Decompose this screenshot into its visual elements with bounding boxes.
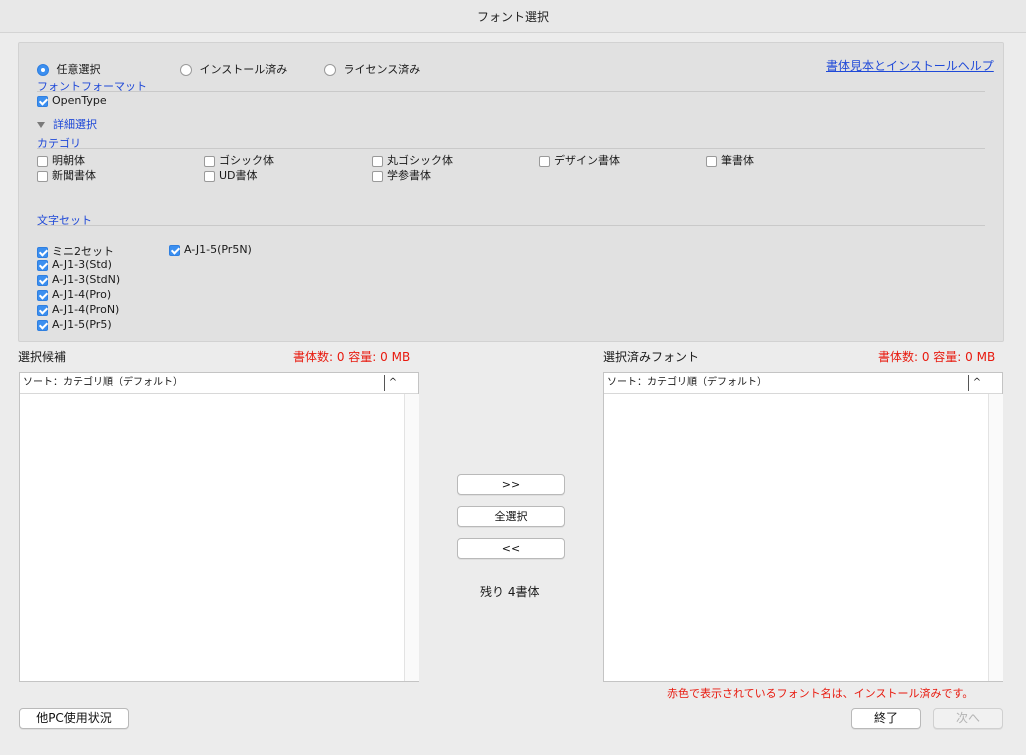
- remaining-count: 残り 4書体: [480, 585, 540, 599]
- divider: [37, 148, 985, 149]
- checkbox-aj14-pron[interactable]: A-J1-4(ProN): [37, 303, 119, 316]
- checkbox-aj13-std[interactable]: A-J1-3(Std): [37, 258, 112, 271]
- candidates-stats: 書体数: 0 容量: 0 MB: [293, 350, 411, 364]
- checkbox-maru-gothic[interactable]: 丸ゴシック体: [372, 152, 453, 168]
- checkbox-label: 筆書体: [721, 154, 754, 167]
- checkbox-checked-icon: [37, 259, 48, 271]
- checkbox-icon: [37, 170, 48, 182]
- checkbox-label: A-J1-5(Pr5N): [184, 243, 252, 256]
- candidates-list[interactable]: ソート：カテゴリ順（デフォルト） ^: [19, 372, 419, 682]
- radio-any-selection[interactable]: 任意選択: [37, 61, 101, 77]
- checkbox-mincho[interactable]: 明朝体: [37, 152, 85, 168]
- sort-direction-icon[interactable]: ^: [384, 375, 401, 391]
- other-pc-usage-button[interactable]: 他PC使用状況: [19, 708, 129, 729]
- checkbox-checked-icon: [37, 274, 48, 286]
- checkbox-label: A-J1-4(ProN): [52, 303, 120, 316]
- checkbox-checked-icon: [37, 289, 48, 301]
- sort-label: ソート：カテゴリ順（デフォルト）: [23, 377, 183, 388]
- candidates-scrollbar[interactable]: [404, 394, 419, 681]
- checkbox-ud[interactable]: UD書体: [204, 167, 258, 183]
- sort-direction-icon[interactable]: ^: [968, 375, 985, 391]
- checkbox-aj13-stdn[interactable]: A-J1-3(StdN): [37, 273, 120, 286]
- checkbox-design[interactable]: デザイン書体: [539, 152, 620, 168]
- installed-note: 赤色で表示されているフォント名は、インストール済みです。: [667, 687, 974, 700]
- radio-selected-icon: [37, 64, 49, 76]
- checkbox-icon: [372, 155, 383, 167]
- selected-title: 選択済みフォント: [603, 350, 700, 364]
- checkbox-brush[interactable]: 筆書体: [706, 152, 754, 168]
- checkbox-mini2[interactable]: ミニ2セット: [37, 243, 114, 259]
- add-button[interactable]: >>: [457, 474, 565, 495]
- checkbox-label: A-J1-4(Pro): [52, 288, 112, 301]
- checkbox-icon: [204, 155, 215, 167]
- candidates-sort-header[interactable]: ソート：カテゴリ順（デフォルト） ^: [20, 373, 418, 394]
- radio-label: ライセンス済み: [343, 63, 421, 76]
- checkbox-label: 学参書体: [387, 169, 431, 182]
- disclosure-triangle-icon: [37, 122, 45, 128]
- checkbox-label: OpenType: [52, 94, 107, 107]
- checkbox-checked-icon: [169, 244, 180, 256]
- radio-label: インストール済み: [199, 63, 288, 76]
- checkbox-label: デザイン書体: [554, 154, 620, 167]
- checkbox-gothic[interactable]: ゴシック体: [204, 152, 274, 168]
- checkbox-label: A-J1-5(Pr5): [52, 318, 112, 331]
- radio-unselected-icon: [180, 64, 192, 76]
- radio-label: 任意選択: [56, 63, 101, 76]
- select-all-button[interactable]: 全選択: [457, 506, 565, 527]
- checkbox-icon: [539, 155, 550, 167]
- detail-toggle-label: 詳細選択: [53, 118, 97, 131]
- window-title: フォント選択: [0, 0, 1026, 33]
- checkbox-icon: [37, 155, 48, 167]
- checkbox-icon: [706, 155, 717, 167]
- divider: [37, 91, 985, 92]
- checkbox-aj14-pro[interactable]: A-J1-4(Pro): [37, 288, 111, 301]
- selected-scrollbar[interactable]: [988, 394, 1003, 681]
- help-link[interactable]: 書体見本とインストールヘルプ: [826, 57, 994, 74]
- next-button[interactable]: 次へ: [933, 708, 1003, 729]
- candidates-title: 選択候補: [18, 350, 67, 364]
- radio-unselected-icon: [324, 64, 336, 76]
- checkbox-label: 明朝体: [52, 154, 85, 167]
- checkbox-label: ミニ2セット: [52, 245, 114, 258]
- radio-installed[interactable]: インストール済み: [180, 61, 287, 77]
- finish-button[interactable]: 終了: [851, 708, 921, 729]
- checkbox-newspaper[interactable]: 新聞書体: [37, 167, 96, 183]
- checkbox-label: UD書体: [219, 169, 258, 182]
- selected-list[interactable]: ソート：カテゴリ順（デフォルト） ^: [603, 372, 1003, 682]
- checkbox-checked-icon: [37, 246, 48, 258]
- checkbox-checked-icon: [37, 95, 48, 107]
- checkbox-aj15-pr5n[interactable]: A-J1-5(Pr5N): [169, 243, 252, 256]
- radio-licensed[interactable]: ライセンス済み: [324, 61, 420, 77]
- checkbox-label: ゴシック体: [219, 154, 274, 167]
- checkbox-aj15-pr5[interactable]: A-J1-5(Pr5): [37, 318, 112, 331]
- checkbox-label: A-J1-3(Std): [52, 258, 112, 271]
- checkbox-label: 丸ゴシック体: [387, 154, 453, 167]
- checkbox-opentype[interactable]: OpenType: [37, 94, 107, 107]
- selected-sort-header[interactable]: ソート：カテゴリ順（デフォルト） ^: [604, 373, 1002, 394]
- checkbox-gakusan[interactable]: 学参書体: [372, 167, 431, 183]
- remove-button[interactable]: <<: [457, 538, 565, 559]
- checkbox-label: 新聞書体: [52, 169, 96, 182]
- filter-panel: 任意選択 インストール済み ライセンス済み 書体見本とインストールヘルプ フォン…: [18, 42, 1004, 342]
- checkbox-icon: [372, 170, 383, 182]
- sort-label: ソート：カテゴリ順（デフォルト）: [607, 377, 767, 388]
- checkbox-checked-icon: [37, 319, 48, 331]
- selected-stats: 書体数: 0 容量: 0 MB: [878, 350, 996, 364]
- divider: [37, 225, 985, 226]
- detail-toggle[interactable]: 詳細選択: [37, 116, 97, 132]
- checkbox-checked-icon: [37, 304, 48, 316]
- checkbox-icon: [204, 170, 215, 182]
- checkbox-label: A-J1-3(StdN): [52, 273, 121, 286]
